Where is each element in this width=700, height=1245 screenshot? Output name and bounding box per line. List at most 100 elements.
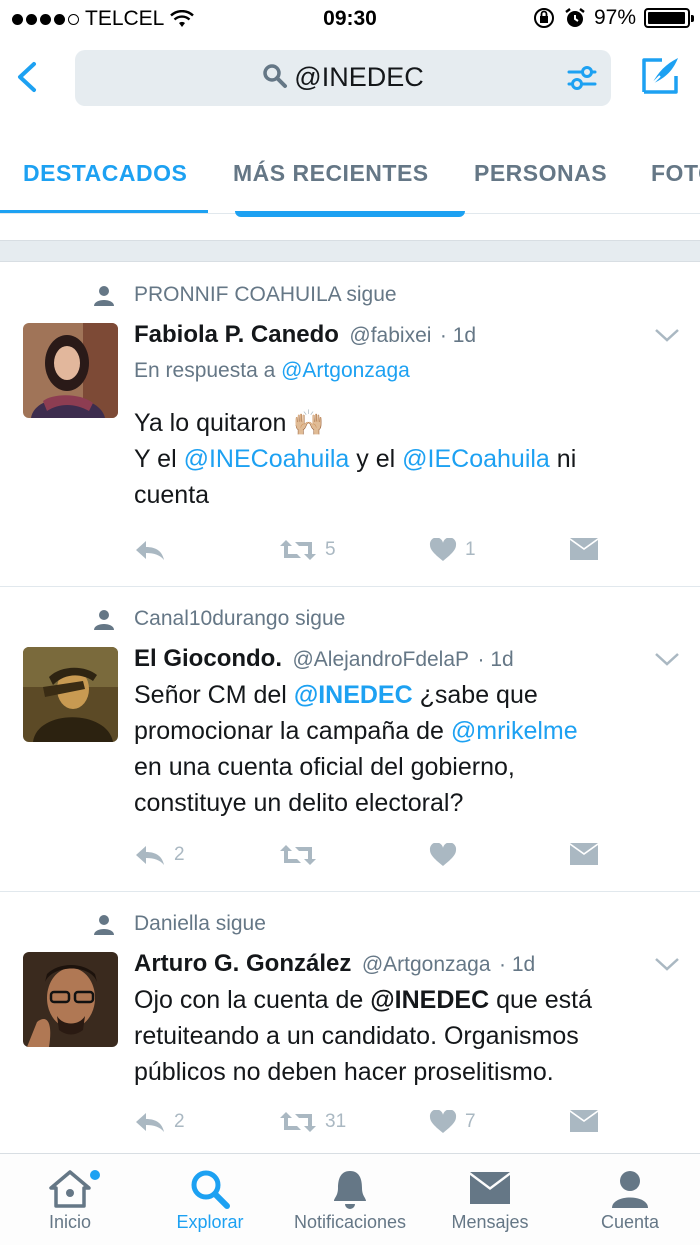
rotation-lock-icon	[533, 8, 554, 28]
avatar[interactable]	[23, 323, 118, 418]
mention-link[interactable]: @IECoahuila	[402, 445, 550, 473]
text-segment: Y el	[134, 445, 177, 473]
tweet-line: promocionar la campaña de @mrikelme	[134, 713, 674, 749]
retweet-count: 31	[325, 1111, 347, 1132]
search-query: @INEDEC	[294, 62, 424, 92]
mention-link[interactable]: @mrikelme	[451, 717, 578, 745]
tweet-card[interactable]: Canal10durango sigue El Giocondo. @Aleja…	[0, 587, 700, 892]
reply-icon	[136, 1113, 164, 1132]
reply-button[interactable]: 2	[134, 843, 185, 867]
tab-personas[interactable]: PERSONAS	[474, 160, 607, 187]
tweet-age: · 1d	[439, 324, 477, 347]
tweet-card[interactable]: PRONNIF COAHUILA sigue Fabiola P. Canedo…	[0, 263, 700, 587]
text-segment: Señor CM del	[134, 681, 287, 709]
social-context: Canal10durango sigue	[134, 607, 346, 630]
tab-cuenta[interactable]: Cuenta	[560, 1166, 700, 1233]
retweet-icon	[280, 1112, 316, 1132]
avatar[interactable]	[23, 647, 118, 742]
tweet-actions: 2 31 7	[134, 1110, 674, 1140]
author-name[interactable]: Arturo G. González	[134, 950, 351, 977]
search-header: @INEDEC	[0, 40, 700, 120]
text-segment: que está	[496, 986, 592, 1014]
envelope-icon	[570, 1110, 598, 1132]
heart-icon	[429, 843, 457, 866]
tab-fotos[interactable]: FOTOS	[651, 160, 700, 187]
search-input[interactable]: @INEDEC	[75, 50, 611, 106]
mention-link[interactable]: @Artgonzaga	[281, 359, 410, 382]
tweet-text: Ojo con la cuenta de @INEDEC que está re…	[134, 982, 674, 1090]
author-handle[interactable]: @AlejandroFdelaP	[292, 648, 469, 671]
author-handle[interactable]: @Artgonzaga	[362, 953, 491, 976]
tab-mensajes[interactable]: Mensajes	[420, 1166, 560, 1233]
reply-context: En respuesta a @Artgonzaga	[134, 359, 410, 383]
reply-button[interactable]	[134, 538, 174, 562]
search-icon	[191, 1170, 230, 1209]
tweet-line: cuenta	[134, 481, 210, 509]
text-segment: Ojo con la cuenta de	[134, 986, 364, 1014]
reply-button[interactable]: 2	[134, 1110, 185, 1134]
retweet-count: 5	[325, 539, 336, 560]
battery-percent: 97%	[593, 6, 636, 29]
person-icon	[94, 610, 114, 630]
like-button[interactable]: 1	[429, 538, 476, 562]
alarm-icon	[565, 8, 585, 27]
filter-icon[interactable]	[567, 64, 597, 92]
person-icon	[94, 286, 114, 306]
mention-link[interactable]: @INECoahuila	[184, 445, 350, 473]
reply-count: 2	[174, 1111, 185, 1132]
author-handle[interactable]: @fabixei	[349, 324, 431, 347]
tab-notificaciones[interactable]: Notificaciones	[280, 1166, 420, 1233]
tweet-card[interactable]: Daniella sigue Arturo G. González @Artgo…	[0, 892, 700, 1153]
pull-refresh-indicator	[235, 211, 465, 217]
tab-destacados[interactable]: DESTACADOS	[23, 160, 187, 187]
tab-explorar[interactable]: Explorar	[140, 1166, 280, 1233]
direct-message-button[interactable]	[569, 1110, 599, 1134]
retweet-icon	[280, 845, 316, 865]
section-divider	[0, 240, 700, 262]
avatar[interactable]	[23, 952, 118, 1047]
bottom-tab-bar: Inicio Explorar Notificaciones Mensajes	[0, 1153, 700, 1245]
direct-message-button[interactable]	[569, 538, 599, 562]
tab-label: Inicio	[48, 1212, 92, 1232]
reply-icon	[136, 541, 164, 560]
tweet-line: públicos no deben hacer proselitismo.	[134, 1058, 554, 1086]
search-tabs: DESTACADOS MÁS RECIENTES PERSONAS FOTOS	[0, 140, 700, 214]
chevron-down-icon[interactable]	[654, 327, 680, 343]
reply-icon	[136, 846, 164, 865]
mention-text[interactable]: @INEDEC	[370, 986, 489, 1014]
like-button[interactable]: 7	[429, 1110, 476, 1134]
compose-tweet-icon[interactable]	[640, 54, 682, 96]
text-segment: y el	[356, 445, 396, 473]
direct-message-button[interactable]	[569, 843, 599, 867]
tweet-line: Ojo con la cuenta de @INEDEC que está	[134, 982, 674, 1018]
tab-mas-recientes[interactable]: MÁS RECIENTES	[233, 160, 429, 187]
mention-link[interactable]: @INEDEC	[294, 681, 413, 709]
retweet-button[interactable]	[279, 843, 325, 867]
person-icon	[94, 915, 114, 935]
tweet-line: Ya lo quitaron 🙌🏼	[134, 409, 325, 437]
reply-count: 2	[174, 844, 185, 865]
tweet-line: Señor CM del @INEDEC ¿sabe que	[134, 677, 674, 713]
search-icon	[263, 64, 288, 88]
back-arrow-icon[interactable]	[8, 52, 48, 102]
tweet-age: · 1d	[499, 953, 536, 976]
person-icon	[612, 1171, 648, 1208]
tab-label: Mensajes	[451, 1212, 529, 1232]
tweet-line: Y el @INECoahuila y el @IECoahuila ni	[134, 441, 674, 477]
social-context: PRONNIF COAHUILA sigue	[134, 283, 397, 306]
author-name[interactable]: El Giocondo.	[134, 645, 282, 672]
like-button[interactable]	[429, 843, 465, 867]
tab-inicio[interactable]: Inicio	[0, 1166, 140, 1233]
text-segment: promocionar la campaña de	[134, 717, 444, 745]
author-name[interactable]: Fabiola P. Canedo	[134, 321, 339, 348]
tweet-text: Señor CM del @INEDEC ¿sabe que promocion…	[134, 677, 674, 821]
retweet-button[interactable]: 31	[279, 1110, 346, 1134]
retweet-button[interactable]: 5	[279, 538, 336, 562]
bell-icon	[334, 1171, 366, 1209]
tab-label: Notificaciones	[293, 1212, 407, 1232]
status-bar: TELCEL 09:30 97%	[0, 0, 700, 40]
tweet-line: en una cuenta oficial del gobierno,	[134, 753, 515, 781]
chevron-down-icon[interactable]	[654, 651, 680, 667]
heart-icon	[429, 538, 457, 561]
chevron-down-icon[interactable]	[654, 956, 680, 972]
